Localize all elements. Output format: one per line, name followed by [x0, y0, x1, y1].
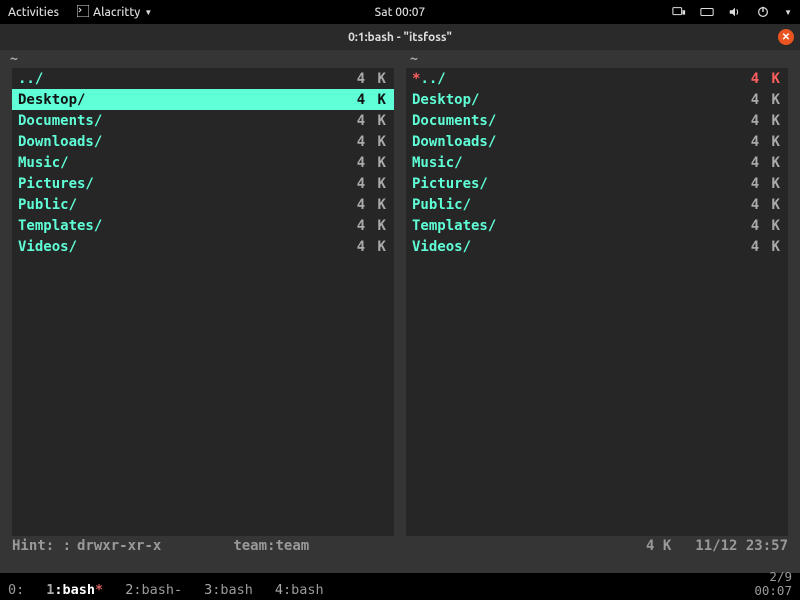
gnome-top-bar: Activities Alacritty ▼ Sat 00:07 ▼ [0, 0, 800, 24]
file-row[interactable]: Documents/4 K [12, 110, 394, 131]
tmux-position: 2/9 [769, 570, 792, 584]
app-name-label: Alacritty [93, 6, 140, 19]
tmux-window[interactable]: 1:bash* [46, 582, 103, 598]
file-row[interactable]: ../ 4 K [12, 68, 394, 89]
terminal-icon [77, 5, 89, 20]
file-size: 4 K [357, 71, 388, 87]
file-name: Downloads/ [18, 134, 102, 150]
volume-icon[interactable] [728, 5, 742, 19]
file-name: Desktop/ [412, 92, 479, 108]
file-row[interactable]: Downloads/4 K [406, 131, 788, 152]
file-size: 4 K [751, 92, 782, 108]
file-row[interactable]: Videos/4 K [406, 236, 788, 257]
clock-label[interactable]: Sat 00:07 [375, 6, 426, 19]
tmux-window[interactable]: 3:bash [204, 582, 253, 598]
file-size: 4 K [751, 218, 782, 234]
file-name: Public/ [412, 197, 471, 213]
file-row[interactable]: Videos/4 K [12, 236, 394, 257]
file-size: 4 K [751, 176, 782, 192]
file-row[interactable]: Desktop/4 K [12, 89, 394, 110]
tmux-window[interactable]: 2:bash- [125, 582, 182, 598]
tmux-clock: 00:07 [754, 584, 792, 598]
power-icon[interactable] [756, 5, 770, 19]
chevron-down-icon[interactable]: ▼ [784, 8, 792, 17]
tmux-status-bar: 0: 1:bash* 2:bash- 3:bash 4:bash 2/9 00:07 [0, 573, 800, 600]
file-size: 4 K [751, 71, 782, 87]
file-name: Pictures/ [412, 176, 488, 192]
terminal-body: ~ ~ ../4 KDesktop/4 KDocuments/4 KDownlo… [0, 50, 800, 573]
app-menu[interactable]: Alacritty ▼ [77, 5, 152, 20]
file-row[interactable]: Templates/4 K [12, 215, 394, 236]
file-size: 4 K [751, 113, 782, 129]
hint-label: Hint: : [12, 538, 71, 554]
file-name: Public/ [18, 197, 77, 213]
tmux-window[interactable]: 4:bash [275, 582, 324, 598]
file-row[interactable]: ../ 4 K [406, 68, 788, 89]
file-row[interactable]: Desktop/4 K [406, 89, 788, 110]
last-flag-icon: - [174, 582, 182, 598]
file-row[interactable]: Music/4 K [406, 152, 788, 173]
window-title: 0:1:bash - "itsfoss" [348, 31, 452, 44]
file-size: 4 K [357, 218, 388, 234]
file-row[interactable]: Pictures/4 K [406, 173, 788, 194]
permissions-text: drwxr-xr-x [77, 538, 161, 554]
file-row[interactable]: Music/4 K [12, 152, 394, 173]
file-name: Videos/ [18, 239, 77, 255]
file-size: 4 K [357, 176, 388, 192]
file-size: 4 K [357, 155, 388, 171]
file-row[interactable]: Public/4 K [406, 194, 788, 215]
window-title-bar: 0:1:bash - "itsfoss" ✕ [0, 24, 800, 50]
file-row[interactable]: Templates/4 K [406, 215, 788, 236]
file-name: Downloads/ [412, 134, 496, 150]
chevron-down-icon: ▼ [144, 8, 152, 17]
file-size: 4 K [751, 197, 782, 213]
activities-button[interactable]: Activities [8, 6, 59, 19]
file-size: 4 K [357, 92, 388, 108]
file-name: Documents/ [412, 113, 496, 129]
file-name: Desktop/ [18, 92, 85, 108]
file-name: Templates/ [18, 218, 102, 234]
file-name: Music/ [412, 155, 463, 171]
file-name: ../ [412, 71, 446, 87]
file-size: 4 K [357, 134, 388, 150]
file-name: Templates/ [412, 218, 496, 234]
keyboard-icon[interactable] [700, 5, 714, 19]
file-row[interactable]: Public/4 K [12, 194, 394, 215]
close-button[interactable]: ✕ [778, 29, 794, 45]
active-flag-icon: * [95, 582, 103, 598]
right-file-pane[interactable]: ../4 KDesktop/4 KDocuments/4 KDownloads/… [406, 68, 788, 536]
left-file-pane[interactable]: ../4 KDesktop/4 KDocuments/4 KDownloads/… [12, 68, 394, 536]
file-name: Videos/ [412, 239, 471, 255]
status-size: 4 K [646, 538, 671, 554]
left-pane-header: ~ [0, 52, 400, 66]
file-name: Music/ [18, 155, 69, 171]
close-icon: ✕ [782, 31, 790, 43]
file-row[interactable]: Documents/4 K [406, 110, 788, 131]
owner-text: team:team [233, 538, 309, 554]
screencast-icon[interactable] [672, 5, 686, 19]
file-row[interactable]: Downloads/4 K [12, 131, 394, 152]
file-row[interactable]: Pictures/4 K [12, 173, 394, 194]
file-name: Pictures/ [18, 176, 94, 192]
file-size: 4 K [357, 113, 388, 129]
file-size: 4 K [751, 134, 782, 150]
file-size: 4 K [357, 239, 388, 255]
file-name: Documents/ [18, 113, 102, 129]
file-name: ../ [18, 71, 43, 87]
status-date: 11/12 23:57 [695, 538, 788, 554]
file-size: 4 K [357, 197, 388, 213]
right-pane-header: ~ [400, 52, 800, 66]
file-size: 4 K [751, 239, 782, 255]
tmux-session-id: 0: [8, 582, 24, 598]
status-line: Hint: : drwxr-xr-x team:team 4 K 11/12 2… [0, 536, 800, 554]
file-size: 4 K [751, 155, 782, 171]
